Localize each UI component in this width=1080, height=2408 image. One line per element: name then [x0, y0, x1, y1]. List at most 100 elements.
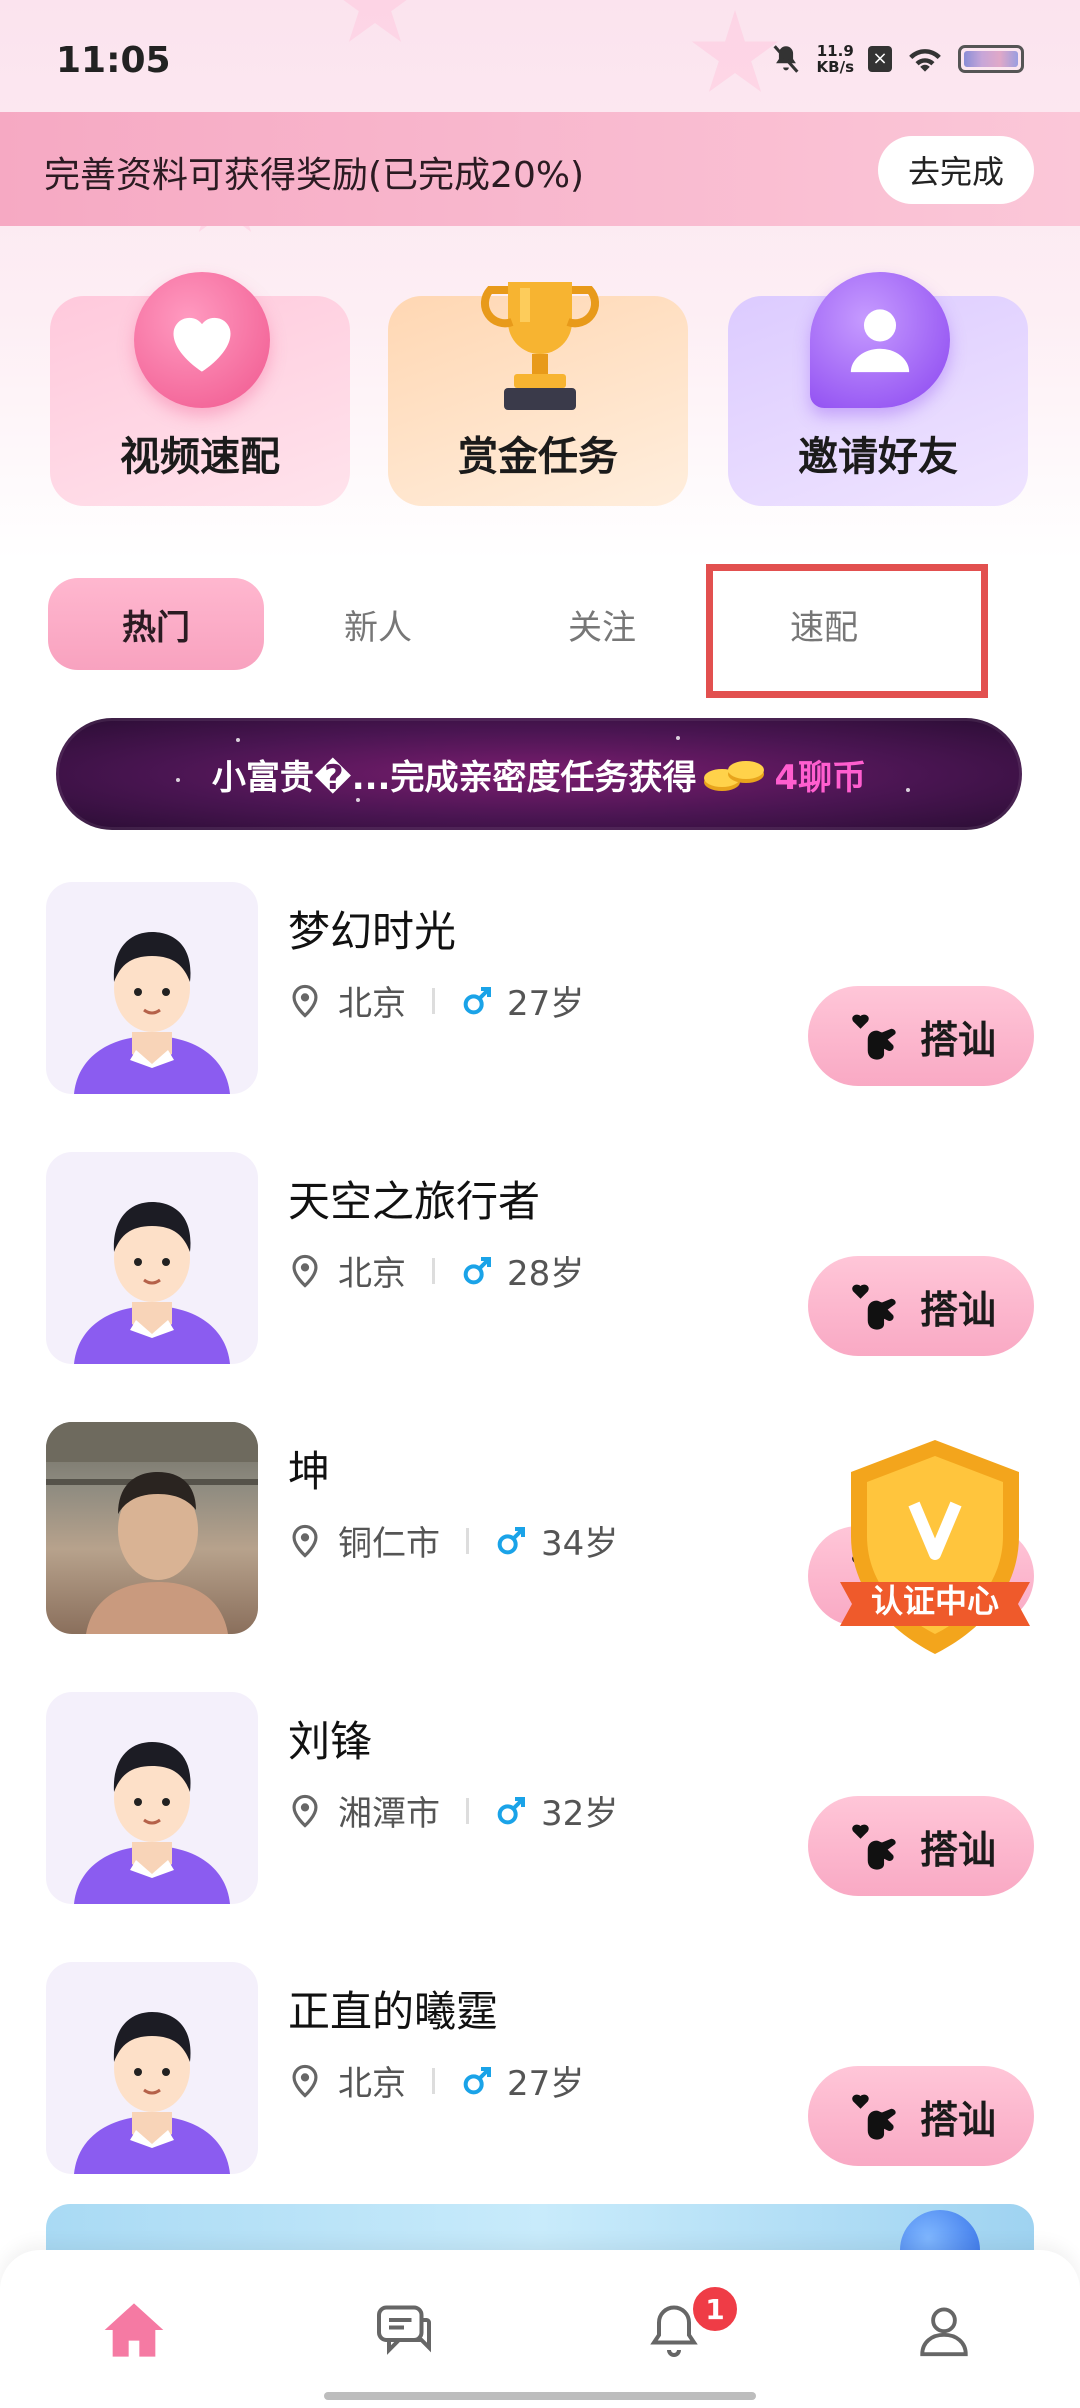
- divider: [466, 1527, 469, 1554]
- home-icon: [104, 2303, 164, 2357]
- finger-heart-icon: [852, 2094, 896, 2140]
- avatar[interactable]: [46, 1692, 258, 1904]
- male-icon: [463, 2066, 491, 2094]
- location-pin-icon: [292, 1254, 318, 1288]
- greet-button[interactable]: 搭讪: [808, 2066, 1034, 2166]
- bell-muted-icon: [773, 45, 799, 73]
- complete-profile-button[interactable]: 去完成: [878, 136, 1034, 204]
- male-icon: [463, 986, 491, 1014]
- notification-badge: 1: [690, 2284, 740, 2334]
- location-pin-icon: [292, 984, 318, 1018]
- male-icon: [497, 1796, 525, 1824]
- avatar-photo[interactable]: [46, 1422, 258, 1634]
- nav-messages[interactable]: [364, 2290, 444, 2370]
- default-male-avatar-icon: [74, 932, 230, 1094]
- location-pin-icon: [292, 1794, 318, 1828]
- user-age: 27岁: [507, 984, 585, 1024]
- gift-announcement-text: 小富贵�...完成亲密度任务获得: [211, 757, 697, 798]
- category-tabs: 热门 新人 关注 速配: [48, 578, 1048, 674]
- profile-completion-banner: 完善资料可获得奖励(已完成20%) 去完成: [0, 112, 1080, 226]
- user-age: 27岁: [507, 2064, 585, 2104]
- verification-center-label: 认证中心: [871, 1582, 999, 1620]
- avatar[interactable]: [46, 882, 258, 1094]
- divider: [466, 1797, 469, 1824]
- person-chat-icon: [810, 272, 950, 408]
- greet-button[interactable]: 搭讪: [808, 1256, 1034, 1356]
- feature-invite-friends[interactable]: 邀请好友: [728, 272, 1028, 506]
- status-icons: 11.9 KB/s ×: [769, 42, 1024, 76]
- divider: [432, 987, 435, 1014]
- coins-icon: [704, 761, 765, 791]
- user-city: 湘潭市: [338, 1794, 440, 1834]
- nav-profile[interactable]: [904, 2290, 984, 2370]
- user-photo: [46, 1422, 258, 1634]
- shield-icon: 认证中心: [840, 1440, 1030, 1654]
- feature-label: 邀请好友: [798, 434, 958, 480]
- status-time: 11:05: [56, 40, 171, 81]
- greet-button-label: 搭讪: [919, 2097, 996, 2142]
- list-item[interactable]: 天空之旅行者 北京 28岁 搭讪: [0, 1152, 1080, 1372]
- user-name: 天空之旅行者: [288, 1177, 541, 1226]
- finger-heart-icon: [852, 1284, 896, 1330]
- divider: [432, 1257, 435, 1284]
- home-indicator: [324, 2392, 756, 2400]
- network-speed: 11.9 KB/s: [817, 43, 854, 75]
- user-meta: 北京 27岁: [290, 2056, 584, 2105]
- male-icon: [463, 1256, 491, 1284]
- divider: [432, 2067, 435, 2094]
- bottom-navigation: 1: [0, 2250, 1080, 2408]
- promo-text: 完善资料可获得奖励(已完成20%): [44, 155, 585, 196]
- feature-label: 视频速配: [120, 434, 280, 480]
- sim-off-icon: ×: [868, 46, 892, 72]
- user-age: 32岁: [541, 1794, 619, 1834]
- tab-quick-match[interactable]: 速配: [728, 578, 920, 670]
- greet-button-label: 搭讪: [919, 1827, 996, 1872]
- feature-bounty-task[interactable]: 赏金任务: [388, 272, 688, 506]
- nav-home[interactable]: [94, 2290, 174, 2370]
- avatar[interactable]: [46, 1962, 258, 2174]
- feature-video-match[interactable]: 视频速配: [50, 272, 350, 506]
- messages-icon: [377, 2305, 431, 2355]
- network-speed-value: 11.9: [816, 42, 854, 60]
- heart-icon: [134, 272, 270, 408]
- user-name: 刘锋: [288, 1717, 373, 1766]
- user-city: 北京: [338, 1254, 406, 1294]
- profile-icon: [920, 2307, 968, 2357]
- finger-heart-icon: [852, 1014, 896, 1060]
- list-item[interactable]: 梦幻时光 北京 27岁 搭讪: [0, 882, 1080, 1102]
- verification-center-badge[interactable]: 认证中心: [830, 1432, 1040, 1662]
- greet-button-label: 搭讪: [919, 1287, 996, 1332]
- default-male-avatar-icon: [74, 1742, 230, 1904]
- default-male-avatar-icon: [74, 2012, 230, 2174]
- gift-amount: 4聊币: [774, 757, 867, 798]
- user-name: 梦幻时光: [288, 907, 457, 956]
- user-age: 34岁: [541, 1524, 619, 1564]
- user-meta: 北京 28岁: [290, 1246, 584, 1295]
- feature-label: 赏金任务: [458, 434, 618, 480]
- user-city: 北京: [338, 984, 406, 1024]
- avatar[interactable]: [46, 1152, 258, 1364]
- trophy-icon: [480, 282, 600, 410]
- default-male-avatar-icon: [74, 1202, 230, 1364]
- greet-button[interactable]: 搭讪: [808, 1796, 1034, 1896]
- user-meta: 湘潭市 32岁: [290, 1786, 618, 1835]
- greet-button[interactable]: 搭讪: [808, 986, 1034, 1086]
- user-city: 北京: [338, 2064, 406, 2104]
- tab-hot[interactable]: 热门: [48, 578, 264, 670]
- gift-announcement-banner[interactable]: 小富贵�...完成亲密度任务获得 4聊币: [56, 718, 1022, 830]
- list-item[interactable]: 正直的曦霆 北京 27岁 搭讪: [0, 1962, 1080, 2182]
- list-item[interactable]: 刘锋 湘潭市 32岁 搭讪: [0, 1692, 1080, 1912]
- tab-new[interactable]: 新人: [282, 578, 474, 670]
- battery-icon: [958, 45, 1024, 73]
- user-meta: 铜仁市 34岁: [290, 1516, 618, 1565]
- status-bar: 11:05 11.9 KB/s ×: [0, 0, 1080, 112]
- location-pin-icon: [292, 1524, 318, 1558]
- male-icon: [497, 1526, 525, 1554]
- greet-button-label: 搭讪: [919, 1017, 996, 1062]
- user-name: 坤: [288, 1447, 331, 1496]
- user-meta: 北京 27岁: [290, 976, 584, 1025]
- tab-follow[interactable]: 关注: [506, 578, 698, 670]
- finger-heart-icon: [852, 1824, 896, 1870]
- network-speed-unit: KB/s: [816, 58, 854, 76]
- user-name: 正直的曦霆: [288, 1987, 499, 2036]
